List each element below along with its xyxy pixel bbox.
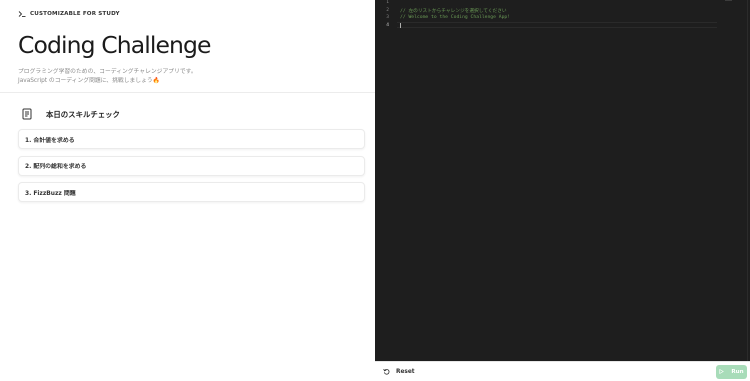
code-line: // 左のリストからチャレンジを選択してください: [400, 8, 507, 14]
challenge-item[interactable]: 3. FizzBuzz 問題: [18, 182, 365, 202]
description-line: JavaScript のコーディング問題に、挑戦しましょう🔥: [18, 78, 160, 84]
reset-button[interactable]: Reset: [383, 368, 415, 375]
line-number: 1: [386, 0, 389, 5]
code-line: // Welcome to the Coding Challenge App!: [400, 15, 511, 20]
hero: CUSTOMIZABLE FOR STUDY Coding Challenge …: [0, 0, 375, 93]
reset-label: Reset: [396, 368, 415, 375]
play-icon: [719, 369, 725, 374]
run-button[interactable]: Run: [716, 364, 747, 379]
text-cursor: [400, 23, 401, 28]
challenge-item[interactable]: 1. 合計値を求める: [18, 129, 365, 149]
badge-label: CUSTOMIZABLE FOR STUDY: [30, 10, 120, 17]
scrollbar[interactable]: [725, 0, 732, 1]
line-number: 4: [386, 22, 389, 28]
challenge-list: 1. 合計値を求める 2. 配列の総和を求める 3. FizzBuzz 問題: [18, 129, 365, 202]
run-label: Run: [731, 368, 744, 375]
document-icon: [22, 108, 32, 120]
skill-check-section: 本日のスキルチェック 1. 合計値を求める 2. 配列の総和を求める 3. Fi…: [0, 93, 375, 202]
badge: CUSTOMIZABLE FOR STUDY: [18, 9, 357, 18]
line-number: 3: [386, 15, 389, 20]
challenge-item[interactable]: 2. 配列の総和を求める: [18, 155, 365, 176]
editor-panel: 1 2 3 4 // 左のリストからチャレンジを選択してください // Welc…: [375, 0, 750, 381]
line-number: 2: [386, 7, 389, 13]
page-title: Coding Challenge: [18, 31, 212, 59]
reset-icon: [383, 368, 390, 375]
code-editor[interactable]: 1 2 3 4 // 左のリストからチャレンジを選択してください // Welc…: [375, 0, 750, 361]
section-title: 本日のスキルチェック: [46, 109, 120, 119]
terminal-icon: [18, 10, 26, 17]
left-panel: CUSTOMIZABLE FOR STUDY Coding Challenge …: [0, 0, 375, 381]
line-number-gutter: 1 2 3 4: [375, 0, 393, 361]
current-line-highlight: [397, 22, 717, 28]
editor-footer: Reset Run: [375, 361, 750, 381]
description: プログラミング学習のための、コーディングチャレンジアプリです。 JavaScri…: [18, 68, 357, 86]
section-header: 本日のスキルチェック: [18, 107, 357, 121]
description-line: プログラミング学習のための、コーディングチャレンジアプリです。: [18, 69, 197, 75]
